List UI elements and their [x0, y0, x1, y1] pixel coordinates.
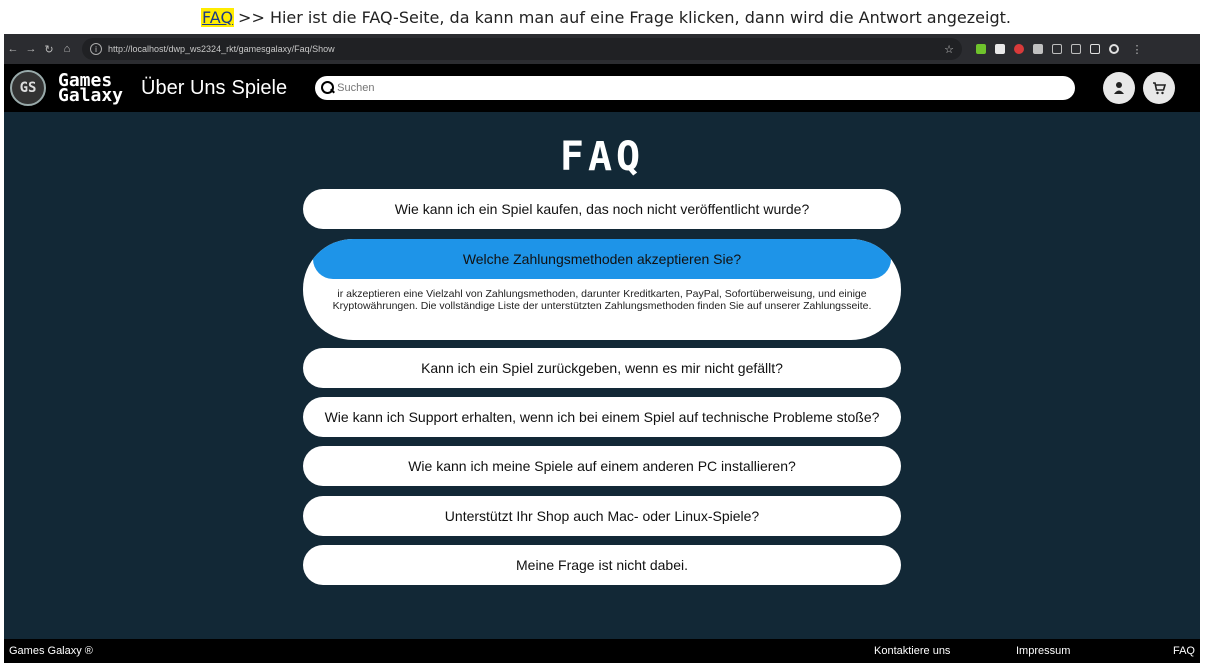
site-info-icon[interactable]: i	[90, 43, 102, 55]
extension-icon[interactable]	[1014, 44, 1024, 54]
faq-answer: ir akzeptieren eine Vielzahl von Zahlung…	[332, 288, 872, 312]
extension-icon[interactable]	[1033, 44, 1043, 54]
site-footer: Games Galaxy ® Kontaktiere uns Impressum…	[4, 639, 1200, 663]
faq-item-open: Welche Zahlungsmethoden akzeptieren Sie?…	[303, 239, 901, 340]
footer-link-faq[interactable]: FAQ	[1173, 645, 1195, 657]
back-icon[interactable]: ←	[4, 43, 22, 55]
forward-icon[interactable]: →	[22, 43, 40, 55]
faq-question[interactable]: Meine Frage ist nicht dabei.	[303, 545, 901, 585]
footer-link-contact[interactable]: Kontaktiere uns	[874, 645, 950, 657]
user-icon	[1114, 82, 1125, 94]
menu-icon[interactable]: ⋮	[1128, 43, 1146, 56]
cart-button[interactable]	[1143, 72, 1176, 104]
logo-text[interactable]: Games Galaxy	[58, 72, 124, 106]
logo-line-2: Galaxy	[58, 85, 124, 106]
home-icon[interactable]: ⌂	[58, 43, 76, 55]
reload-icon[interactable]: ↻	[40, 43, 58, 56]
footer-brand: Games Galaxy ®	[9, 645, 93, 657]
faq-question[interactable]: Wie kann ich ein Spiel kaufen, das noch …	[303, 189, 901, 229]
faq-question[interactable]: Kann ich ein Spiel zurückgeben, wenn es …	[303, 348, 901, 388]
caption-bar: FAQ >> Hier ist die FAQ-Seite, da kann m…	[0, 0, 1212, 34]
cart-icon	[1153, 82, 1167, 95]
search-input[interactable]	[337, 76, 1076, 100]
url-text[interactable]: http://localhost/dwp_ws2324_rkt/gamesgal…	[108, 44, 944, 54]
screenshot-root: FAQ >> Hier ist die FAQ-Seite, da kann m…	[0, 0, 1212, 667]
extension-bar: ⋮	[976, 43, 1146, 56]
page-title: FAQ	[559, 134, 645, 180]
browser-toolbar: ← → ↻ ⌂ i http://localhost/dwp_ws2324_rk…	[4, 34, 1200, 64]
bookmark-star-icon[interactable]: ☆	[944, 43, 954, 56]
extension-icon[interactable]	[976, 44, 986, 54]
faq-question[interactable]: Unterstützt Ihr Shop auch Mac- oder Linu…	[303, 496, 901, 536]
footer-link-impressum[interactable]: Impressum	[1016, 645, 1070, 657]
search-icon[interactable]	[321, 81, 335, 95]
site-header: GS Games Galaxy Über Uns Spiele	[4, 64, 1200, 112]
sidepanel-icon[interactable]	[1090, 44, 1100, 54]
faq-question[interactable]: Wie kann ich Support erhalten, wenn ich …	[303, 397, 901, 437]
caption-highlight: FAQ	[201, 7, 235, 27]
nav-link-games[interactable]: Spiele	[232, 77, 288, 100]
logo-badge-icon[interactable]: GS	[10, 70, 46, 106]
address-bar[interactable]: i http://localhost/dwp_ws2324_rkt/gamesg…	[82, 38, 962, 60]
search-bar	[315, 76, 1076, 100]
reading-list-icon[interactable]	[1071, 44, 1081, 54]
faq-question-active[interactable]: Welche Zahlungsmethoden akzeptieren Sie?	[313, 239, 891, 279]
faq-question[interactable]: Wie kann ich meine Spiele auf einem ande…	[303, 446, 901, 486]
extension-icon[interactable]	[995, 44, 1005, 54]
puzzle-icon[interactable]	[1052, 44, 1062, 54]
account-button[interactable]	[1103, 72, 1136, 104]
nav-link-about[interactable]: Über Uns	[141, 77, 225, 100]
main-content: FAQ Wie kann ich ein Spiel kaufen, das n…	[4, 112, 1200, 639]
profile-icon[interactable]	[1109, 44, 1119, 54]
caption-text: >> Hier ist die FAQ-Seite, da kann man a…	[238, 7, 1011, 27]
